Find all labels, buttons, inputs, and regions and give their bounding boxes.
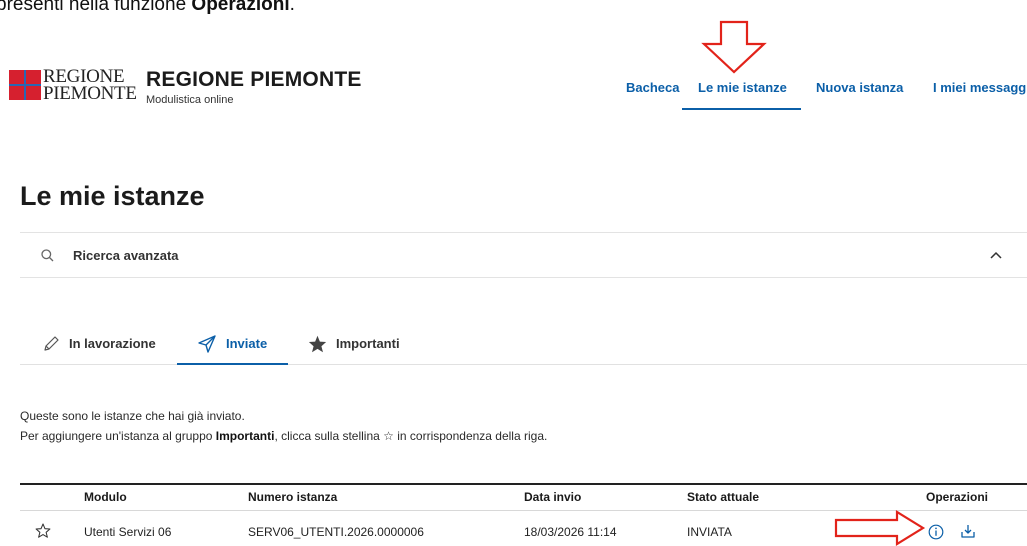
column-header-numero-istanza: Numero istanza <box>248 490 338 504</box>
tab-bar: In lavorazione Inviate Importanti <box>20 322 1027 365</box>
tab-active-indicator <box>177 363 288 365</box>
cell-numero-istanza: SERV06_UTENTI.2026.0000006 <box>248 525 424 539</box>
search-icon <box>41 249 54 262</box>
instruction-text: presenti nella funzione Operazioni. <box>0 0 295 15</box>
nav-active-indicator <box>682 108 801 110</box>
advanced-search-label: Ricerca avanzata <box>73 248 179 263</box>
nav-item-bacheca[interactable]: Bacheca <box>626 80 679 95</box>
tab-inviate[interactable]: Inviate <box>197 322 267 365</box>
region-flag-icon <box>9 70 41 100</box>
region-logo[interactable]: REGIONE PIEMONTE <box>9 66 137 104</box>
cell-stato-attuale: INVIATA <box>687 525 732 539</box>
pencil-icon <box>44 335 59 351</box>
logo-wordmark: REGIONE PIEMONTE <box>43 66 137 104</box>
column-header-data-invio: Data invio <box>524 490 582 504</box>
annotation-arrow-down-icon <box>701 20 767 74</box>
table-top-border <box>20 483 1027 485</box>
page-title: Le mie istanze <box>20 181 205 211</box>
nav-item-i-miei-messaggi[interactable]: I miei messaggi <box>933 80 1027 95</box>
description-text: Queste sono le istanze che hai già invia… <box>20 409 548 443</box>
site-subtitle: Modulistica online <box>146 94 234 106</box>
tab-importanti[interactable]: Importanti <box>308 322 400 365</box>
info-icon[interactable] <box>928 524 944 540</box>
column-header-operazioni: Operazioni <box>926 490 989 504</box>
column-header-modulo: Modulo <box>84 490 127 504</box>
column-header-stato-attuale: Stato attuale <box>687 490 760 504</box>
download-icon[interactable] <box>960 523 976 539</box>
cell-modulo: Utenti Servizi 06 <box>84 525 172 539</box>
cell-data-invio: 18/03/2026 11:14 <box>524 525 617 539</box>
chevron-up-icon[interactable] <box>990 251 1002 259</box>
tab-in-lavorazione[interactable]: In lavorazione <box>42 322 156 365</box>
brand: REGIONE PIEMONTE Modulistica online <box>146 68 362 106</box>
star-outline-icon[interactable] <box>35 523 51 538</box>
nav-item-nuova-istanza[interactable]: Nuova istanza <box>816 80 903 95</box>
annotation-arrow-right-icon <box>834 510 926 546</box>
send-icon <box>198 334 216 353</box>
star-filled-icon <box>308 335 327 352</box>
nav-item-le-mie-istanze[interactable]: Le mie istanze <box>698 80 787 95</box>
site-title: REGIONE PIEMONTE <box>146 68 362 91</box>
advanced-search-toggle[interactable]: Ricerca avanzata <box>20 232 1027 278</box>
